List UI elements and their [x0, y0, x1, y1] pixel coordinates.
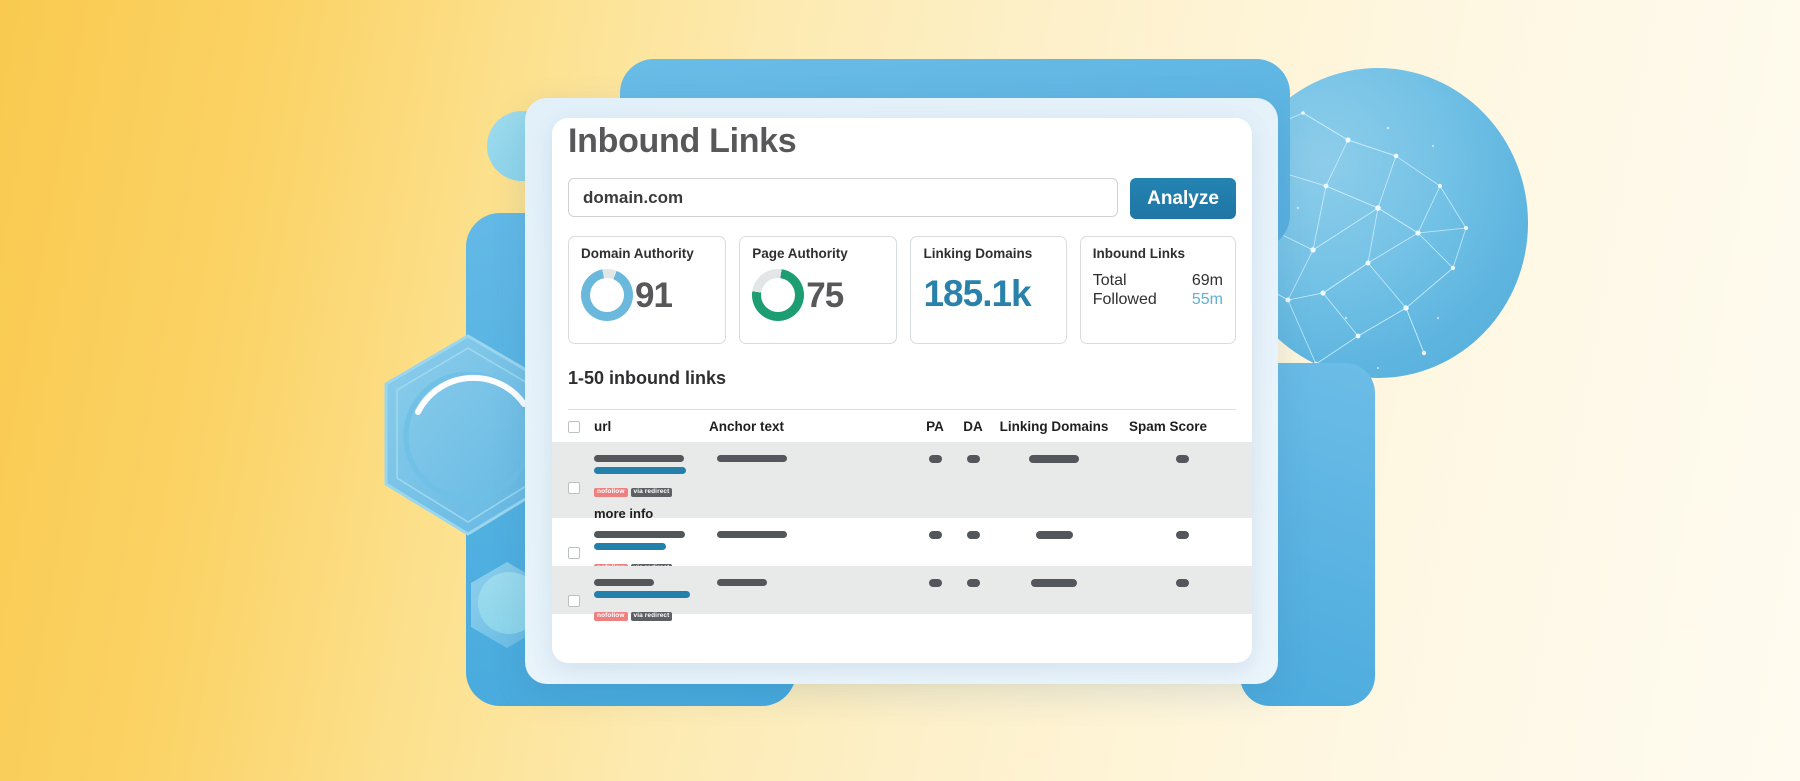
page-title: Inbound Links — [568, 122, 797, 160]
metrics-row: Domain Authority 91 Page Authority 75 Li… — [568, 236, 1236, 344]
url-text-placeholder — [594, 531, 685, 538]
metric-label-page-authority: Page Authority — [752, 246, 848, 261]
column-header-url[interactable]: url — [594, 419, 709, 434]
url-link-placeholder — [594, 591, 690, 598]
cell-linking-domains — [993, 455, 1115, 521]
row-checkbox[interactable] — [568, 546, 580, 559]
select-all-cell[interactable] — [568, 420, 594, 433]
metric-value-domain-authority: 91 — [635, 275, 673, 315]
metric-label-domain-authority: Domain Authority — [581, 246, 694, 261]
domain-search-input[interactable] — [568, 178, 1118, 217]
cell-pa-placeholder — [928, 455, 942, 463]
link-tags: nofollowvia redirect — [594, 480, 709, 498]
search-row: Analyze — [568, 178, 1236, 219]
url-text-placeholder — [594, 455, 684, 462]
cell-spam-score — [1115, 579, 1207, 622]
cell-anchor-text — [709, 455, 917, 521]
inbound-links-total-key: Total — [1092, 272, 1127, 290]
table-row[interactable]: nofollowvia redirect — [552, 518, 1252, 573]
row-select-cell[interactable] — [568, 579, 594, 622]
tag-nofollow: nofollow — [594, 487, 628, 497]
url-text-placeholder — [594, 579, 654, 586]
tag-via-redirect: via redirect — [630, 611, 673, 621]
table-row[interactable]: nofollowvia redirect — [552, 566, 1252, 621]
cell-anchor-text — [709, 579, 917, 622]
inbound-links-followed-key: Followed — [1092, 291, 1157, 309]
cell-spam-score-placeholder — [1176, 531, 1189, 539]
cell-linking-domains-placeholder — [1029, 455, 1079, 463]
table-caption: 1-50 inbound links — [568, 368, 727, 388]
url-link-placeholder — [594, 543, 666, 550]
cell-url[interactable]: nofollow via redirect more info — [594, 455, 709, 521]
cell-linking-domains — [993, 579, 1115, 622]
tag-via-redirect: via redirect — [630, 487, 673, 497]
anchor-text-placeholder — [717, 531, 787, 538]
metric-label-linking-domains: Linking Domains — [923, 246, 1033, 261]
table-header: url Anchor text PA DA Linking Domains Sp… — [568, 409, 1236, 443]
table-row[interactable]: nofollow via redirect more info — [552, 442, 1252, 550]
donut-page-authority — [752, 269, 805, 322]
anchor-text-placeholder — [717, 455, 787, 462]
column-header-linking-domains[interactable]: Linking Domains — [993, 419, 1115, 434]
cell-da-placeholder — [966, 531, 980, 539]
cell-spam-score — [1115, 455, 1207, 521]
metric-card-domain-authority: Domain Authority 91 — [568, 236, 727, 344]
row-checkbox[interactable] — [568, 482, 580, 494]
cell-linking-domains-placeholder — [1031, 579, 1077, 587]
cell-pa — [917, 579, 953, 622]
illustration-stage: Inbound Links Analyze Domain Authority 9… — [0, 0, 1800, 781]
inbound-links-followed-value: 55m — [1191, 291, 1223, 309]
metric-card-inbound-links: Inbound Links Total 69m Followed 55m — [1079, 236, 1236, 344]
metric-card-page-authority: Page Authority 75 — [739, 236, 898, 344]
cell-pa-placeholder — [928, 531, 942, 539]
column-header-anchor-text[interactable]: Anchor text — [709, 419, 917, 434]
cell-linking-domains-placeholder — [1035, 531, 1073, 539]
cell-da — [953, 455, 993, 521]
cell-spam-score-placeholder — [1176, 579, 1189, 587]
anchor-text-placeholder — [717, 579, 767, 586]
cell-pa — [917, 455, 953, 521]
inbound-links-followed-row: Followed 55m — [1093, 291, 1223, 310]
metric-value-page-authority: 75 — [806, 275, 844, 315]
metric-value-linking-domains: 185.1k — [923, 273, 1031, 315]
row-select-cell[interactable] — [568, 455, 594, 521]
url-link-placeholder — [594, 467, 686, 474]
inbound-links-total-row: Total 69m — [1093, 272, 1223, 291]
metric-card-linking-domains: Linking Domains 185.1k — [910, 236, 1067, 344]
cell-da-placeholder — [966, 455, 980, 463]
metric-label-inbound-links: Inbound Links — [1092, 246, 1185, 261]
row-checkbox[interactable] — [568, 594, 580, 607]
column-header-da[interactable]: DA — [953, 419, 993, 434]
column-header-pa[interactable]: PA — [917, 419, 953, 434]
analyze-button[interactable]: Analyze — [1130, 178, 1236, 219]
link-tags: nofollowvia redirect — [594, 604, 709, 622]
table-body: nofollow via redirect more info nofollow via… — [552, 442, 1252, 621]
tag-nofollow: nofollow — [594, 611, 628, 621]
select-all-checkbox[interactable] — [568, 420, 580, 433]
donut-domain-authority — [581, 269, 633, 322]
column-header-spam-score[interactable]: Spam Score — [1115, 419, 1207, 434]
cell-da-placeholder — [966, 579, 980, 587]
cell-pa-placeholder — [928, 579, 942, 587]
cell-da — [953, 579, 993, 622]
inbound-links-total-value: 69m — [1191, 272, 1223, 290]
cell-spam-score-placeholder — [1176, 455, 1189, 463]
cell-url[interactable]: nofollowvia redirect — [594, 579, 709, 622]
